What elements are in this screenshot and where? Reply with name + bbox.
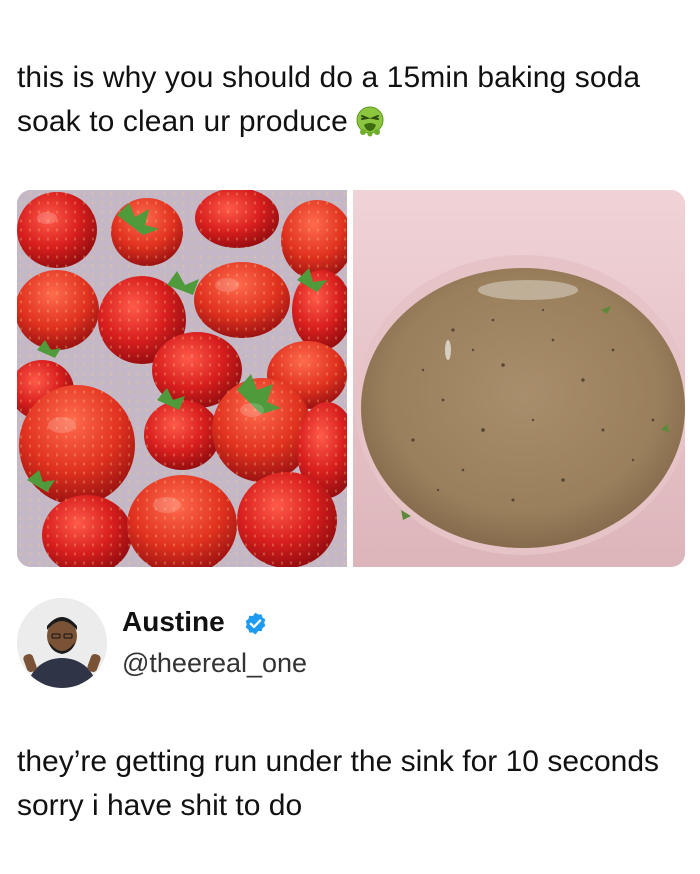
verified-badge-icon: [243, 611, 268, 636]
strawberries-soaking-photo: [17, 190, 347, 567]
dirty-soak-water-bowl-photo: [353, 190, 685, 567]
nauseated-face-icon: [354, 105, 386, 150]
tweet-author-name[interactable]: Austine: [122, 604, 225, 640]
tweet-text: they’re getting run under the sink for 1…: [17, 745, 660, 822]
tweet-author-handle[interactable]: @theereal_one: [122, 645, 307, 681]
post-caption: this is why you should do a 15min baking…: [17, 56, 687, 150]
avatar[interactable]: [17, 598, 107, 688]
post-caption-text: this is why you should do a 15min baking…: [17, 61, 641, 138]
